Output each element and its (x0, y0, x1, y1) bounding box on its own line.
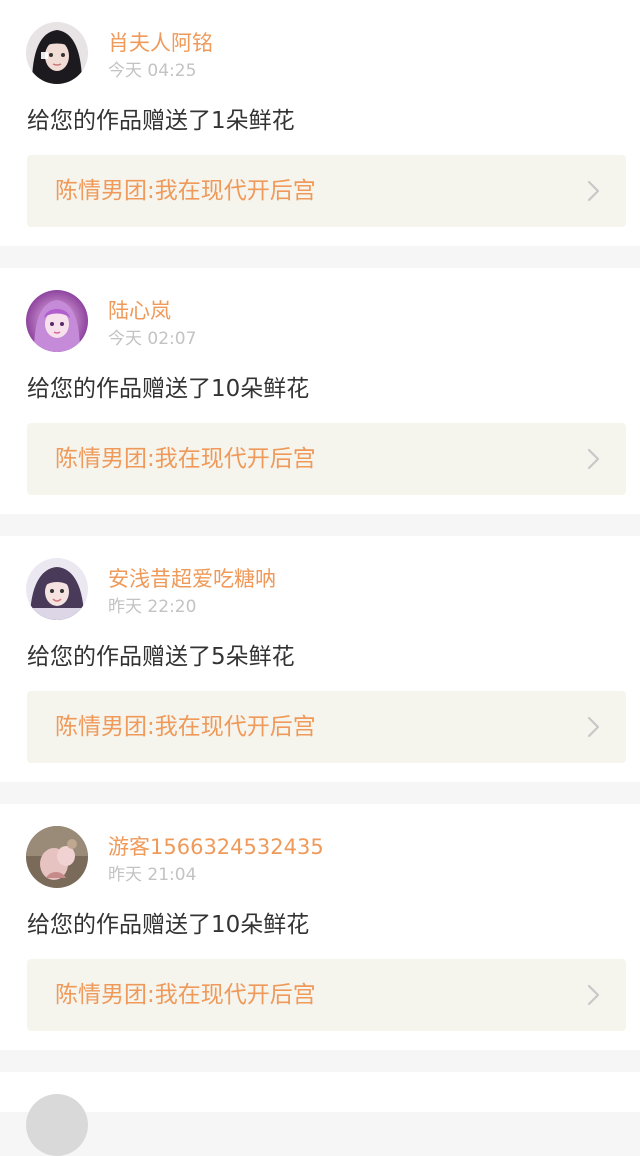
work-title: 陈情男团:我在现代开后宫 (55, 178, 316, 204)
notification-card: 肖夫人阿铭 今天 04:25 给您的作品赠送了1朵鲜花 陈情男团:我在现代开后宫 (0, 0, 640, 246)
username[interactable]: 陆心岚 (108, 298, 171, 324)
chevron-right-icon (586, 983, 602, 1007)
gift-message: 给您的作品赠送了5朵鲜花 (27, 644, 295, 670)
notification-card: 游客1566324532435 昨天 21:04 给您的作品赠送了10朵鲜花 陈… (0, 804, 640, 1050)
chevron-right-icon (586, 715, 602, 739)
timestamp: 昨天 22:20 (108, 597, 197, 617)
timestamp: 今天 04:25 (108, 61, 197, 81)
avatar[interactable] (26, 22, 88, 84)
avatar[interactable] (26, 558, 88, 620)
chevron-right-icon (586, 447, 602, 471)
username[interactable]: 游客1566324532435 (108, 834, 324, 860)
notification-card: 陆心岚 今天 02:07 给您的作品赠送了10朵鲜花 陈情男团:我在现代开后宫 (0, 268, 640, 514)
work-link-button[interactable]: 陈情男团:我在现代开后宫 (27, 155, 626, 227)
gift-message: 给您的作品赠送了1朵鲜花 (27, 108, 295, 134)
notification-card: 安浅昔超爱吃糖呐 昨天 22:20 给您的作品赠送了5朵鲜花 陈情男团:我在现代… (0, 536, 640, 782)
username[interactable]: 安浅昔超爱吃糖呐 (108, 566, 276, 592)
notification-card-partial (0, 1072, 640, 1156)
gift-message: 给您的作品赠送了10朵鲜花 (27, 376, 310, 402)
chevron-right-icon (586, 179, 602, 203)
work-title: 陈情男团:我在现代开后宫 (55, 714, 316, 740)
gift-message: 给您的作品赠送了10朵鲜花 (27, 912, 310, 938)
avatar[interactable] (26, 826, 88, 888)
avatar[interactable] (26, 290, 88, 352)
work-link-button[interactable]: 陈情男团:我在现代开后宫 (27, 691, 626, 763)
timestamp: 昨天 21:04 (108, 865, 197, 885)
username[interactable]: 肖夫人阿铭 (108, 30, 213, 56)
work-title: 陈情男团:我在现代开后宫 (55, 446, 316, 472)
work-link-button[interactable]: 陈情男团:我在现代开后宫 (27, 959, 626, 1031)
work-link-button[interactable]: 陈情男团:我在现代开后宫 (27, 423, 626, 495)
avatar[interactable] (26, 1094, 88, 1156)
timestamp: 今天 02:07 (108, 329, 197, 349)
work-title: 陈情男团:我在现代开后宫 (55, 982, 316, 1008)
notification-feed: 肖夫人阿铭 今天 04:25 给您的作品赠送了1朵鲜花 陈情男团:我在现代开后宫 (0, 0, 640, 1156)
